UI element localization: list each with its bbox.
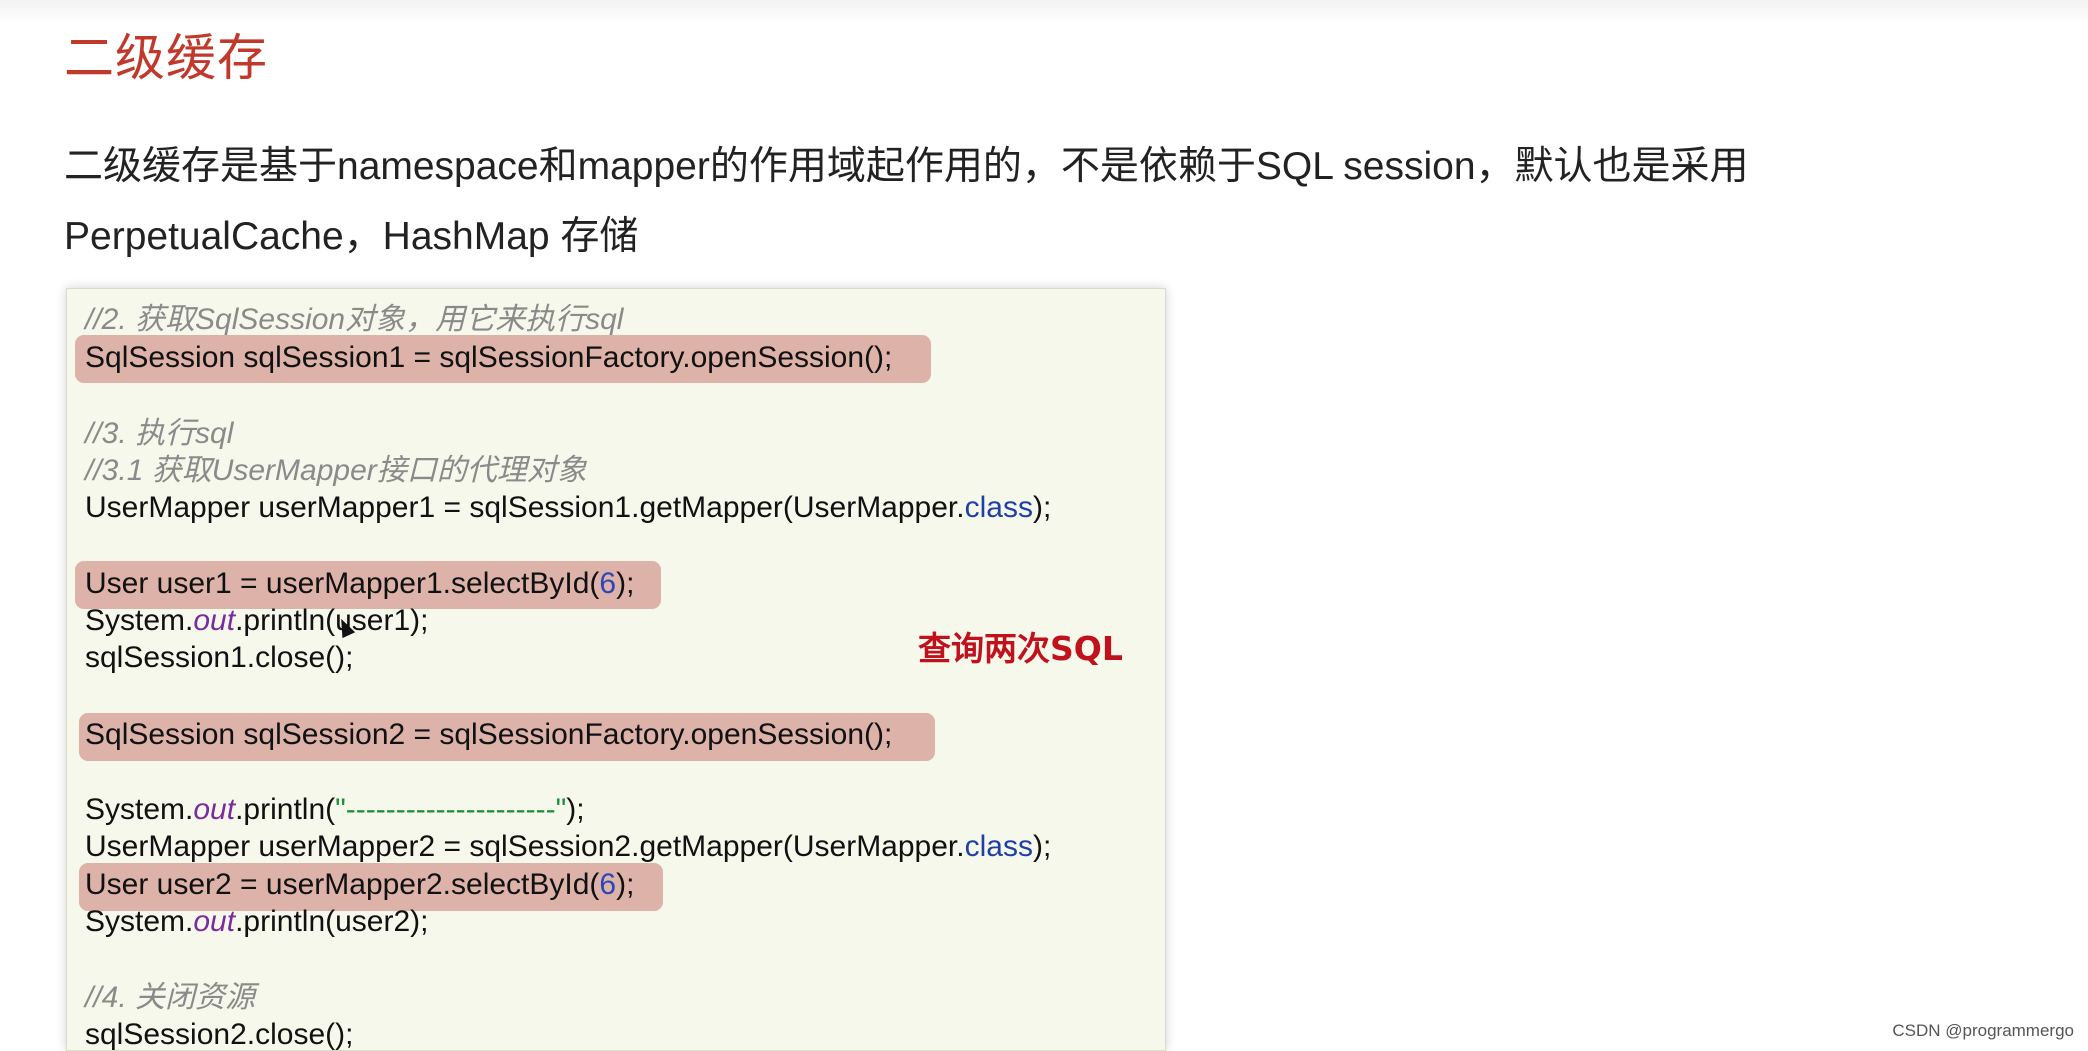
code-text: System. (85, 793, 194, 826)
code-line: UserMapper userMapper1 = sqlSession1.get… (85, 489, 1051, 527)
watermark: CSDN @programmergo (1892, 1021, 2074, 1040)
slide-title: 二级缓存 (64, 29, 268, 87)
code-field: out (193, 793, 236, 826)
code-string: "---------------------" (335, 793, 567, 826)
code-comment: //3.1 获取UserMapper接口的代理对象 (85, 454, 587, 487)
code-line: System.out.println("--------------------… (85, 791, 585, 829)
code-keyword: class (964, 491, 1033, 524)
code-comment: //2. 获取SqlSession对象，用它来执行sql (85, 303, 624, 336)
code-keyword: class (964, 830, 1033, 863)
code-text: UserMapper userMapper1 = sqlSession1.get… (85, 491, 965, 524)
top-bar (0, 0, 2088, 24)
code-number: 6 (599, 868, 617, 901)
code-text: User user1 = userMapper1.selectById( (85, 567, 600, 600)
code-text: ); (1032, 491, 1052, 524)
code-text: UserMapper userMapper2 = sqlSession2.get… (85, 830, 965, 863)
code-text: ); (616, 567, 635, 600)
code-comment: //3. 执行sql (85, 417, 234, 450)
code-line: sqlSession1.close(); (85, 641, 354, 674)
code-line: SqlSession sqlSession2 = sqlSessionFacto… (85, 718, 893, 751)
code-line: UserMapper userMapper2 = sqlSession2.get… (85, 828, 1051, 866)
slide-page: 二级缓存 二级缓存是基于namespace和mapper的作用域起作用的，不是依… (0, 0, 2088, 1051)
code-line: System.out.println(user2); (85, 903, 428, 941)
code-line: SqlSession sqlSession1 = sqlSessionFacto… (85, 341, 893, 374)
code-text: .println(user2); (235, 905, 429, 938)
slide-description: 二级缓存是基于namespace和mapper的作用域起作用的，不是依赖于SQL… (64, 145, 1749, 258)
code-field: out (193, 905, 236, 938)
code-field: out (193, 604, 236, 637)
code-comment: //4. 关闭资源 (85, 981, 256, 1014)
code-line: sqlSession2.close(); (85, 1018, 354, 1051)
code-text: .println(user1); (235, 604, 429, 637)
code-text: User user2 = userMapper2.selectById( (85, 868, 600, 901)
code-line: System.out.println(user1); (85, 602, 428, 640)
code-text: .println( (235, 793, 336, 826)
code-text: System. (85, 905, 194, 938)
code-text: ); (1032, 830, 1052, 863)
code-text: System. (85, 604, 194, 637)
code-line: User user2 = userMapper2.selectById(6); (85, 866, 634, 904)
code-line: User user1 = userMapper1.selectById(6); (85, 565, 634, 603)
code-text: ); (616, 868, 635, 901)
annotation-note: 查询两次SQL (918, 629, 1123, 668)
code-number: 6 (599, 567, 617, 600)
code-text: ); (566, 793, 585, 826)
